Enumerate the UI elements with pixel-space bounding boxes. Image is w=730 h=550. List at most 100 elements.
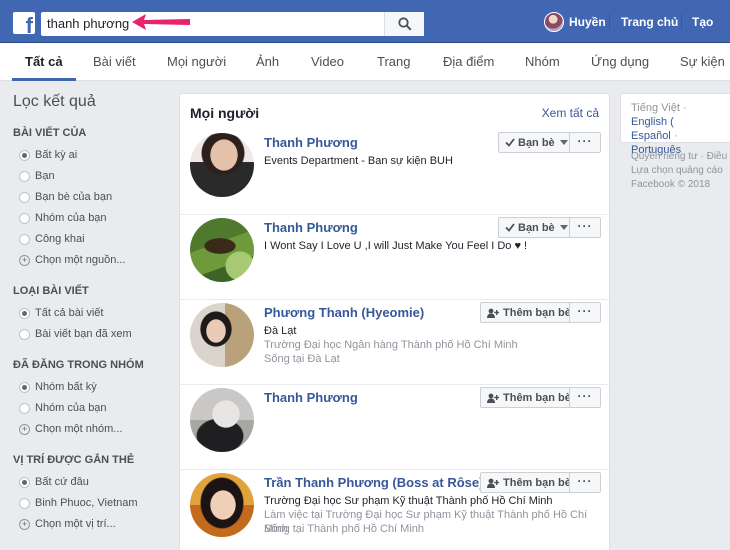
search-input[interactable]: thanh phương xyxy=(41,12,424,36)
language-list: Tiếng Việt · English ( xyxy=(631,101,724,129)
add-friend-label: Thêm bạn bè xyxy=(503,476,571,489)
person-detail: I Wont Say I Love U ,I will Just Make Yo… xyxy=(264,240,528,252)
nav-divider xyxy=(681,14,682,30)
separator: · xyxy=(679,102,687,114)
filter-option-label: Bạn bè của bạn xyxy=(35,191,113,203)
tab-events[interactable]: Sự kiện xyxy=(680,43,725,81)
filter-option-label: Nhóm của bạn xyxy=(35,402,107,414)
plus-icon: + xyxy=(19,424,30,435)
footer-ad-choices-link[interactable]: Lựa chọn quảng cáo xyxy=(631,164,730,178)
more-options-button[interactable]: ··· xyxy=(569,132,601,153)
choose-location-link[interactable]: + Chọn một vị trí... xyxy=(13,514,163,535)
annotation-arrow-icon xyxy=(132,14,190,30)
filter-option[interactable]: Bài viết bạn đã xem xyxy=(13,324,163,345)
person-name[interactable]: Thanh Phương xyxy=(264,135,358,150)
person-detail: Events Department - Ban sự kiện BUH xyxy=(264,155,453,167)
filter-option[interactable]: Tất cả bài viết xyxy=(13,303,163,324)
filter-more-label: Chọn một vị trí... xyxy=(35,518,116,530)
add-friend-icon xyxy=(487,308,499,318)
radio-selected-icon xyxy=(19,150,30,161)
see-all-link[interactable]: Xem tất cả xyxy=(542,106,599,120)
filter-option[interactable]: Nhóm bất kỳ xyxy=(13,377,163,398)
friends-button[interactable]: Bạn bè xyxy=(498,132,575,153)
friends-button[interactable]: Bạn bè xyxy=(498,217,575,238)
filter-group-title: LOẠI BÀI VIẾT xyxy=(13,285,89,297)
profile-photo[interactable] xyxy=(190,388,254,452)
profile-photo[interactable] xyxy=(190,133,254,197)
filter-group-author: BÀI VIẾT CỦA Bất kỳ ai Bạn Bạn bè của bạ… xyxy=(13,127,163,271)
checkmark-icon xyxy=(505,138,515,147)
user-name: Huyền xyxy=(569,14,606,29)
filter-option-label: Nhóm của bạn xyxy=(35,212,107,224)
home-link[interactable]: Trang chủ xyxy=(621,0,678,43)
filter-option[interactable]: Bạn xyxy=(13,166,163,187)
filter-option-label: Bài viết bạn đã xem xyxy=(35,328,132,340)
list-item: Thanh Phương Thêm bạn bè ··· xyxy=(180,385,609,470)
filter-more-label: Chọn một nguồn... xyxy=(35,254,126,266)
radio-icon xyxy=(19,498,30,509)
filter-option[interactable]: Bất cứ đâu xyxy=(13,472,163,493)
search-tabs: Tất cả Bài viết Mọi người Ảnh Video Tran… xyxy=(0,43,730,81)
add-friend-label: Thêm bạn bè xyxy=(503,391,571,404)
more-options-button[interactable]: ··· xyxy=(569,217,601,238)
friends-button-label: Bạn bè xyxy=(518,221,555,234)
chevron-down-icon xyxy=(559,225,568,230)
create-link[interactable]: Tạo xyxy=(692,0,713,43)
footer-privacy-link[interactable]: Quyền riêng tư · Điều xyxy=(631,150,730,164)
filter-group-tagged-location: VỊ TRÍ ĐƯỢC GẮN THẺ Bất cứ đâu Binh Phuo… xyxy=(13,454,163,535)
radio-icon xyxy=(19,171,30,182)
more-options-button[interactable]: ··· xyxy=(569,302,601,323)
filter-option[interactable]: Nhóm của bạn xyxy=(13,398,163,419)
list-item: Thanh Phương Events Department - Ban sự … xyxy=(180,130,609,215)
tab-groups[interactable]: Nhóm xyxy=(525,43,560,81)
tab-places[interactable]: Địa điểm xyxy=(443,43,494,81)
avatar xyxy=(544,11,564,32)
person-name[interactable]: Thanh Phương xyxy=(264,390,358,405)
more-options-button[interactable]: ··· xyxy=(569,387,601,408)
tab-apps[interactable]: Ứng dụng xyxy=(591,43,649,81)
more-options-button[interactable]: ··· xyxy=(569,472,601,493)
profile-photo[interactable] xyxy=(190,303,254,367)
tab-photos[interactable]: Ảnh xyxy=(256,43,279,81)
person-detail: Trường Đại học Ngân hàng Thành phố Hồ Ch… xyxy=(264,339,518,351)
profile-link[interactable]: Huyền xyxy=(544,0,606,43)
friends-button-label: Bạn bè xyxy=(518,136,555,149)
tab-people[interactable]: Mọi người xyxy=(167,43,226,81)
language-link-spanish[interactable]: Español xyxy=(631,130,671,142)
profile-photo[interactable] xyxy=(190,473,254,537)
filter-option[interactable]: Nhóm của bạn xyxy=(13,208,163,229)
tab-all[interactable]: Tất cả xyxy=(12,43,76,81)
filter-option[interactable]: Bất kỳ ai xyxy=(13,145,163,166)
facebook-logo-icon[interactable]: f xyxy=(13,12,35,34)
radio-icon xyxy=(19,403,30,414)
person-name[interactable]: Phương Thanh (Hyeomie) xyxy=(264,305,424,320)
section-title: Mọi người xyxy=(190,105,260,121)
add-friend-button[interactable]: Thêm bạn bè xyxy=(480,387,578,408)
tab-videos[interactable]: Video xyxy=(311,43,344,81)
radio-selected-icon xyxy=(19,477,30,488)
add-friend-icon xyxy=(487,393,499,403)
tab-posts[interactable]: Bài viết xyxy=(93,43,136,81)
choose-source-link[interactable]: + Chọn một nguồn... xyxy=(13,250,163,271)
person-name[interactable]: Trần Thanh Phương (Boss at Rôse) xyxy=(264,475,483,490)
filter-option[interactable]: Công khai xyxy=(13,229,163,250)
profile-photo[interactable] xyxy=(190,218,254,282)
filter-option-label: Bất cứ đâu xyxy=(35,476,89,488)
radio-icon xyxy=(19,213,30,224)
add-friend-button[interactable]: Thêm bạn bè xyxy=(480,472,578,493)
separator: · xyxy=(670,130,678,142)
filter-option[interactable]: Bạn bè của bạn xyxy=(13,187,163,208)
footer-copyright: Facebook © 2018 xyxy=(631,179,711,190)
person-name[interactable]: Thanh Phương xyxy=(264,220,358,235)
radio-icon xyxy=(19,234,30,245)
add-friend-label: Thêm bạn bè xyxy=(503,306,571,319)
tab-pages[interactable]: Trang xyxy=(377,43,410,81)
choose-group-link[interactable]: + Chọn một nhóm... xyxy=(13,419,163,440)
search-button[interactable] xyxy=(384,12,424,36)
add-friend-button[interactable]: Thêm bạn bè xyxy=(480,302,578,323)
language-link-english[interactable]: English ( xyxy=(631,116,674,128)
person-detail: Sống tại Thành phố Hồ Chí Minh xyxy=(264,523,425,535)
search-icon xyxy=(397,17,412,31)
filter-option[interactable]: Binh Phuoc, Vietnam xyxy=(13,493,163,514)
list-item: Phương Thanh (Hyeomie) Đà Lạt Trường Đại… xyxy=(180,300,609,385)
